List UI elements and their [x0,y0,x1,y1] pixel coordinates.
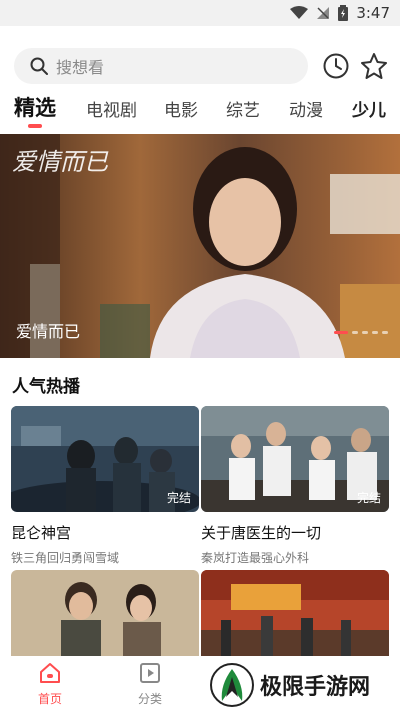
search-icon [30,57,48,75]
tab-kids[interactable]: 少儿 [352,96,386,121]
watermark-logo-icon [210,663,254,707]
banner-title: 爱情而已 [16,322,81,341]
carousel-dot [334,331,348,334]
thumbnail-image [201,570,389,660]
active-tab-indicator [28,124,42,128]
banner-logo: 爱情而已 [12,148,108,176]
section-title: 人气热播 [12,377,80,397]
status-time: 3:47 [356,4,390,22]
carousel-dot [372,331,378,334]
tab-anime[interactable]: 动漫 [289,96,323,121]
video-subtitle: 秦岚打造最强心外科 [201,551,310,565]
watermark-text: 极限手游网 [260,675,371,700]
tab-movies[interactable]: 电影 [164,96,198,121]
status-badge: 完结 [356,491,381,505]
tab-featured[interactable]: 精选 [14,92,56,122]
carousel-dot [382,331,388,334]
hero-banner[interactable]: 爱情而已 爱情而已 [0,134,400,358]
status-bar: 3:47 [0,0,400,26]
video-card[interactable]: 完结 昆仑神宫 铁三角回归勇闯雪域 [11,406,199,566]
no-signal-icon [317,7,330,19]
video-thumbnail: 完结 [201,406,389,512]
wifi-icon [290,6,309,19]
category-tabs: 精选 电视剧 电影 综艺 动漫 少儿 [0,92,400,132]
carousel-dots [334,331,388,334]
status-icons: 3:47 [290,4,390,22]
category-icon [140,663,160,683]
watermark: 极限手游网 [210,660,396,710]
battery-icon [338,5,349,21]
video-thumbnail: 完结 [11,406,199,512]
clock-icon [323,53,349,79]
home-icon [40,663,60,683]
nav-category-label: 分类 [137,692,162,706]
video-title: 昆仑神宫 [11,524,72,542]
tab-tv-series[interactable]: 电视剧 [86,96,137,121]
nav-home[interactable]: 首页 [30,662,70,707]
star-icon [361,53,387,79]
carousel-dot [362,331,368,334]
video-subtitle: 铁三角回归勇闯雪域 [11,551,120,565]
nav-category[interactable]: 分类 [130,662,170,707]
carousel-dot [352,331,358,334]
video-thumbnail[interactable] [11,570,199,660]
status-badge: 完结 [166,491,191,505]
search-input[interactable]: 搜想看 [14,48,308,84]
search-placeholder: 搜想看 [56,58,105,77]
history-button[interactable] [322,52,350,80]
favorites-button[interactable] [360,52,388,80]
video-card[interactable]: 完结 关于唐医生的一切 秦岚打造最强心外科 [201,406,389,566]
video-title: 关于唐医生的一切 [201,524,322,542]
tab-variety[interactable]: 综艺 [226,96,260,121]
video-thumbnail[interactable] [201,570,389,660]
search-row: 搜想看 [14,48,394,86]
thumbnail-image [11,570,199,660]
nav-home-label: 首页 [37,692,62,706]
